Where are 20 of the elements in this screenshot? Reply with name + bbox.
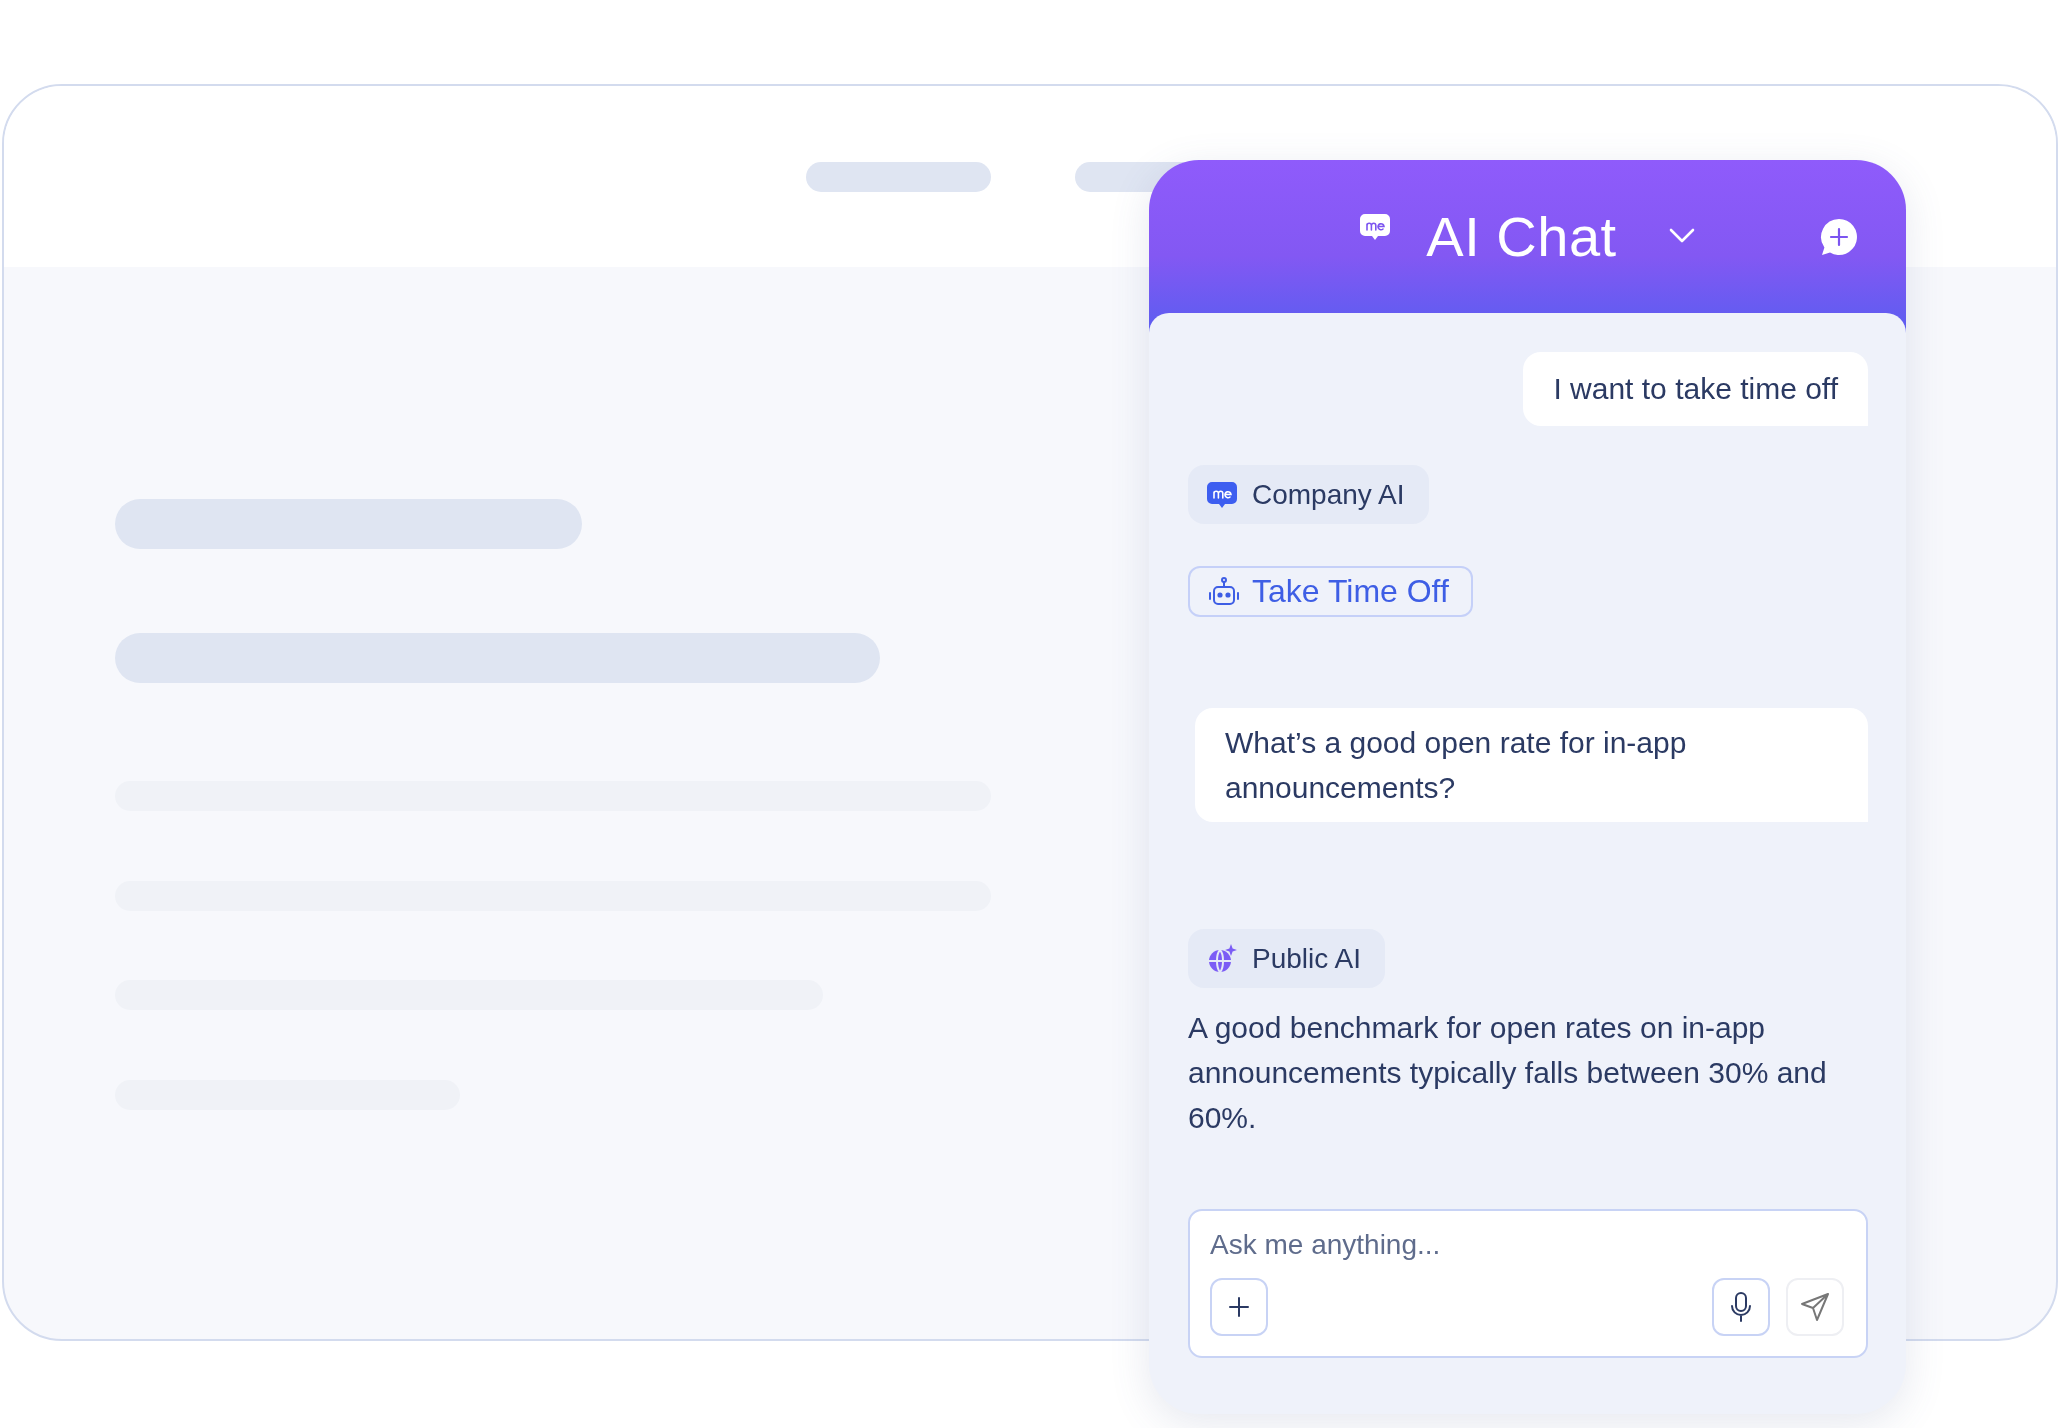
source-name: Company AI [1252, 478, 1405, 511]
send-icon [1800, 1292, 1830, 1322]
plus-icon [1228, 1296, 1250, 1318]
user-message: I want to take time off [1523, 352, 1868, 426]
microphone-button[interactable] [1712, 1278, 1770, 1336]
chevron-down-icon[interactable] [1669, 228, 1695, 244]
globe-sparkle-icon [1206, 942, 1238, 975]
source-name: Public AI [1252, 942, 1361, 975]
attach-button[interactable] [1210, 1278, 1268, 1336]
new-chat-button[interactable] [1819, 217, 1859, 257]
ai-answer: A good benchmark for open rates on in-app announcements typically falls between 30% and 60%. [1188, 1010, 1828, 1136]
chat-title: AI Chat [1426, 204, 1617, 269]
robot-icon [1208, 575, 1240, 608]
action-button[interactable]: Take Time Off [1188, 566, 1473, 617]
chat-logo-icon [1359, 212, 1391, 242]
chat-logo-icon [1206, 479, 1238, 510]
microphone-icon [1729, 1291, 1753, 1323]
user-message: What’s a good open rate for in-app announcements? [1195, 708, 1868, 822]
send-button[interactable] [1786, 1278, 1844, 1336]
message-input[interactable]: Ask me anything... [1210, 1229, 1844, 1261]
